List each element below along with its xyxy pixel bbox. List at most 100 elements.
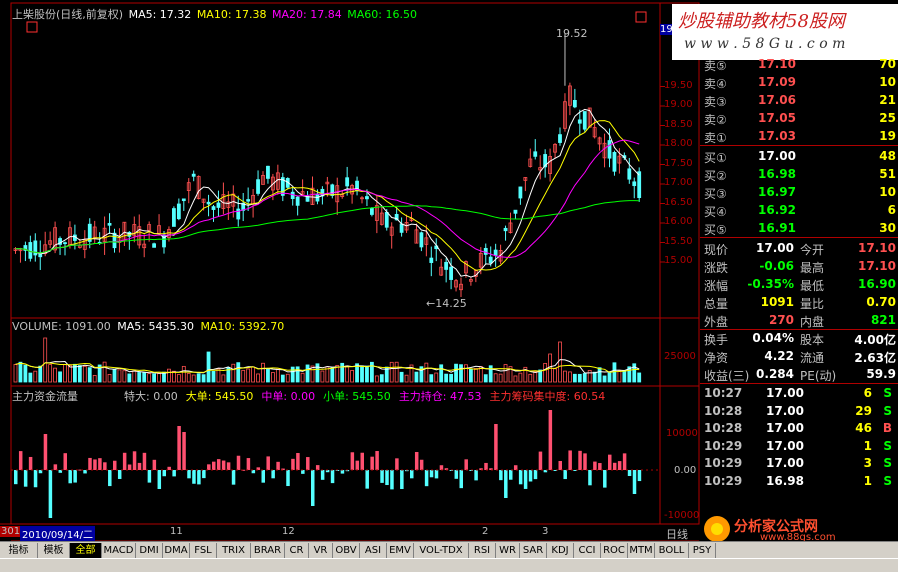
candle-body [330, 184, 335, 196]
quote-value: 17.10 [858, 259, 896, 273]
tab-asi[interactable]: ASI [360, 543, 387, 558]
candle-body [444, 261, 449, 270]
quote-value: 59.9 [866, 367, 896, 381]
candle-body [266, 165, 270, 179]
candle-body [637, 171, 642, 198]
quote-label: 涨跌 [704, 261, 729, 275]
fund-bar [33, 470, 38, 488]
tab-vol-tdx[interactable]: VOL-TDX [414, 543, 469, 558]
tab-template[interactable]: 模板 [38, 543, 70, 558]
volume-bar [176, 374, 181, 383]
tab-wr[interactable]: WR [496, 543, 520, 558]
candle-body [384, 211, 389, 228]
fund-bar [197, 470, 201, 485]
buy-price: 16.92 [758, 203, 796, 217]
sell-row: 卖⑤ 17.10 70 [700, 56, 898, 74]
tab-rsi[interactable]: RSI [469, 543, 496, 558]
date-tick-12: 12 [282, 526, 295, 537]
candle-body [488, 256, 493, 264]
tab-dma[interactable]: DMA [163, 543, 190, 558]
fund-bar [73, 470, 77, 483]
tab-boll[interactable]: BOLL [655, 543, 689, 558]
sell-row: 卖② 17.05 25 [700, 110, 898, 128]
sell-price: 17.03 [758, 129, 796, 143]
tab-all[interactable]: 全部 [70, 543, 102, 558]
fund-bar [330, 470, 335, 484]
fund-bar [98, 458, 102, 470]
tab-vr[interactable]: VR [309, 543, 333, 558]
volume-bar [270, 372, 275, 383]
candle-body [632, 181, 637, 187]
fund-bar [360, 452, 364, 470]
fund-bar [296, 453, 300, 470]
volume-bar [127, 373, 132, 383]
tab-brar[interactable]: BRAR [251, 543, 285, 558]
candle-body [216, 202, 221, 208]
volume-bar [572, 373, 577, 383]
tab-macd[interactable]: MACD [102, 543, 136, 558]
volume-bar [142, 372, 147, 383]
tab-roc[interactable]: ROC [601, 543, 628, 558]
sell-price: 17.09 [758, 75, 796, 89]
fund-bar [484, 462, 488, 470]
fund-bar [301, 470, 305, 474]
volume-bar [107, 373, 112, 383]
fund-bar [152, 459, 157, 470]
fund-bar [459, 470, 463, 489]
tab-indicator[interactable]: 指标 [0, 543, 38, 558]
price-axis-label: 18.00 [664, 138, 693, 149]
low-label: 14.25 [435, 297, 467, 310]
tab-trix[interactable]: TRIX [217, 543, 251, 558]
tick-side: S [883, 473, 892, 488]
candle-body [152, 243, 157, 248]
buy-price: 16.91 [758, 221, 796, 235]
tab-fsl[interactable]: FSL [190, 543, 217, 558]
volume-bar [379, 374, 384, 383]
tab-cr[interactable]: CR [285, 543, 309, 558]
volume-axis-label: 25000 [664, 351, 696, 362]
moving-average-lines [15, 108, 640, 278]
tick-price: 17.00 [766, 386, 804, 400]
tab-emv[interactable]: EMV [387, 543, 414, 558]
volume-bar [92, 374, 97, 383]
volume-title: VOLUME: 1091.00 [12, 320, 111, 333]
fund-bar [380, 470, 384, 483]
buy-price: 16.98 [758, 167, 796, 181]
tab-sar[interactable]: SAR [520, 543, 547, 558]
quote-value: 17.00 [756, 241, 794, 255]
candle-body [612, 152, 617, 172]
volume-bar [266, 368, 270, 383]
volume-bar [429, 374, 434, 383]
period-label[interactable]: 日线 [666, 526, 688, 542]
volume-bar [53, 367, 57, 383]
tick-volume: 29 [855, 403, 872, 418]
tick-side: S [883, 438, 892, 453]
axis-corner-label: 19 [660, 24, 673, 35]
candle-body [607, 140, 612, 159]
fund-bar [320, 470, 325, 480]
tab-dmi[interactable]: DMI [136, 543, 163, 558]
fund-bar [533, 470, 538, 480]
fund-bar [276, 461, 280, 470]
volume-bar [394, 361, 399, 383]
date-axis-left-value: 301 [0, 526, 22, 537]
tick-price: 17.00 [766, 438, 804, 453]
sell-level-label: 卖④ [704, 77, 727, 91]
candle-body [295, 196, 300, 206]
volume-bar [330, 367, 335, 383]
volume-bar [236, 362, 241, 383]
fund-bar [528, 470, 533, 482]
tab-psy[interactable]: PSY [689, 543, 716, 558]
price-axis-label: 17.00 [664, 177, 693, 188]
high-annotation: 19.52 [556, 27, 588, 40]
volume-bar [582, 373, 587, 383]
fund-bar [261, 470, 265, 483]
tab-mtm[interactable]: MTM [628, 543, 655, 558]
fund-bar [315, 465, 320, 470]
tab-cci[interactable]: CCI [574, 543, 601, 558]
tab-obv[interactable]: OBV [333, 543, 360, 558]
tab-kdj[interactable]: KDJ [547, 543, 574, 558]
fund-bar [538, 451, 543, 470]
volume-bar [597, 367, 602, 383]
quote-label: PE(动) [800, 369, 837, 383]
